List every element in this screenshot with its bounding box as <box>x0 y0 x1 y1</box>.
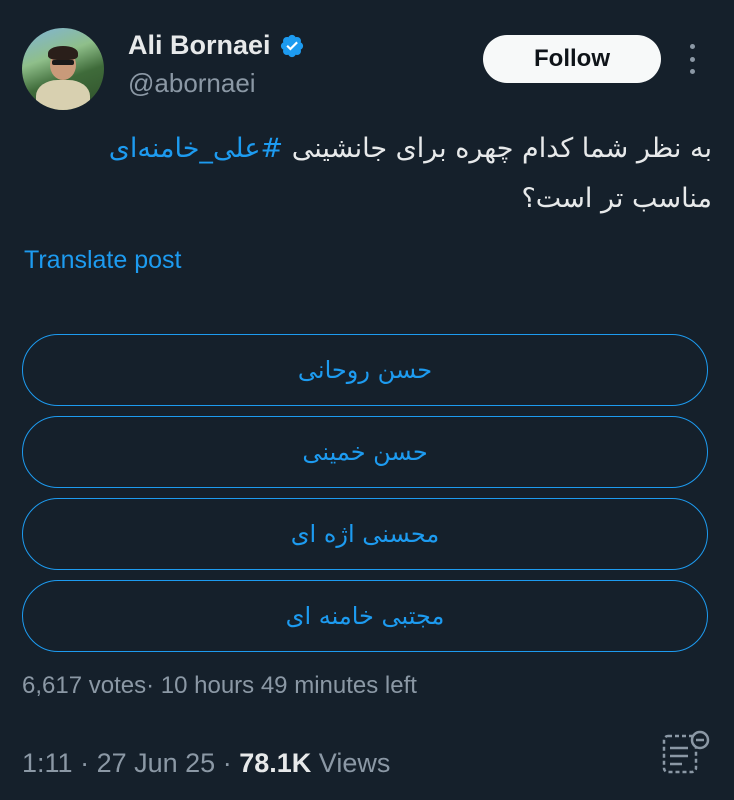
author-name-row: Ali Bornaei <box>128 30 305 61</box>
avatar[interactable] <box>22 28 104 110</box>
avatar-glasses <box>52 60 74 65</box>
more-dot <box>689 44 695 49</box>
author-name[interactable]: Ali Bornaei <box>128 30 271 61</box>
footer-separator: · <box>80 748 90 778</box>
tweet-footer: 1:11 · 27 Jun 25 · 78.1K Views <box>22 748 390 779</box>
hashtag-link[interactable]: #علی_خامنه‌ای <box>109 133 283 164</box>
footer-separator: · <box>222 748 232 778</box>
follow-button[interactable]: Follow <box>483 35 661 83</box>
tweet-text-after: مناسب تر است؟ <box>521 183 712 214</box>
poll-option[interactable]: محسنی اژه ای <box>22 498 708 570</box>
more-options-icon[interactable] <box>682 44 702 74</box>
avatar-shirt <box>36 80 90 110</box>
poll-option[interactable]: حسن خمینی <box>22 416 708 488</box>
poll-time-left: 10 hours 49 minutes left <box>160 672 417 699</box>
verified-badge-icon <box>280 34 303 57</box>
tweet-date[interactable]: 27 Jun 25 <box>97 748 216 778</box>
tweet-text: به نظر شما کدام چهره برای جانشینی #علی_خ… <box>22 124 712 224</box>
views-label: Views <box>318 748 391 778</box>
more-dot <box>689 56 695 62</box>
more-dot <box>689 69 695 74</box>
views-count: 78.1K <box>239 748 312 778</box>
community-notes-icon[interactable] <box>660 730 712 776</box>
avatar-hair <box>48 46 78 60</box>
tweet-time[interactable]: 1:11 <box>22 748 73 778</box>
poll-votes: 6,617 votes <box>22 672 147 699</box>
meta-separator: · <box>146 672 155 699</box>
poll-option[interactable]: مجتبی خامنه ای <box>22 580 708 652</box>
tweet-text-before: به نظر شما کدام چهره برای جانشینی <box>283 133 712 164</box>
translate-post-link[interactable]: Translate post <box>24 246 181 275</box>
author-handle[interactable]: @abornaei <box>128 68 256 99</box>
poll-option[interactable]: حسن روحانی <box>22 334 708 406</box>
poll-meta: 6,617 votes· 10 hours 49 minutes left <box>22 672 417 700</box>
